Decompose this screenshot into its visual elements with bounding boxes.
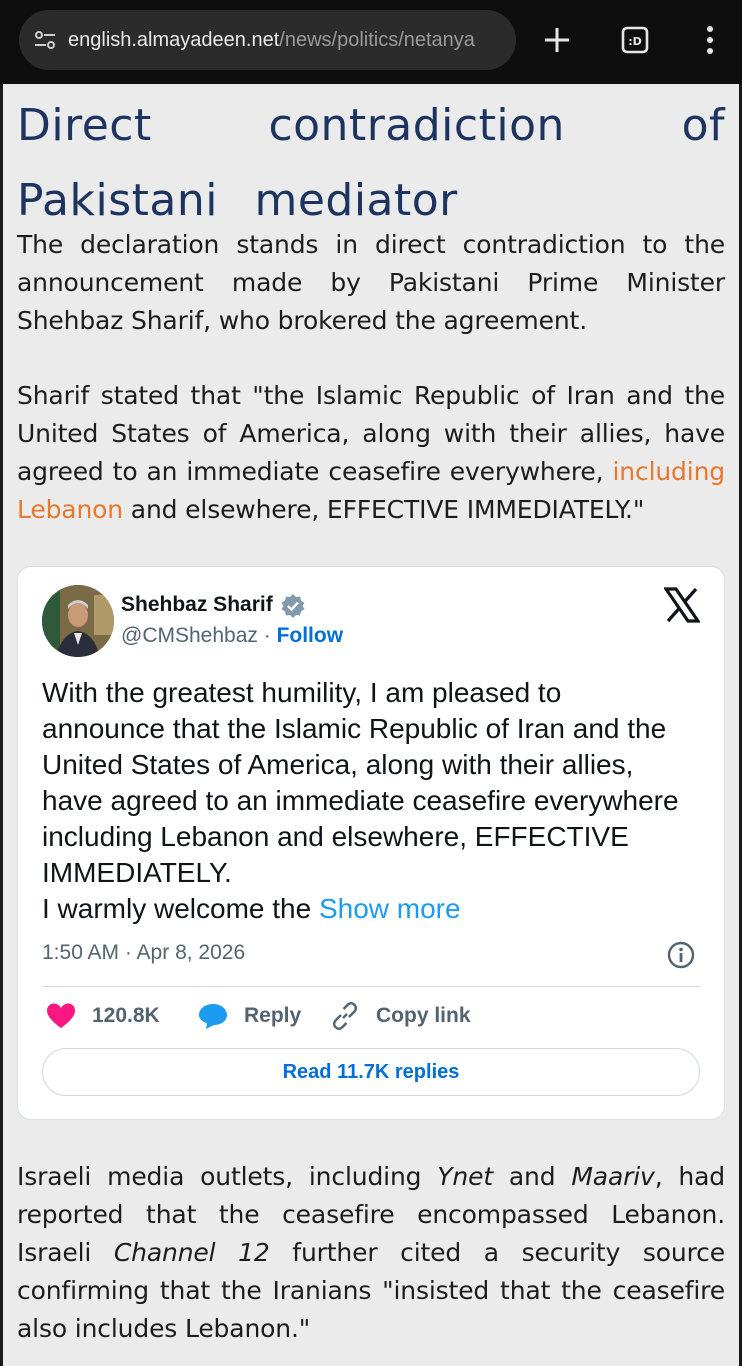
embedded-tweet[interactable]: Shehbaz Sharif @CMShehbaz · Follow With …	[17, 566, 725, 1120]
tweet-text: With the greatest humility, I am pleased…	[42, 675, 692, 927]
tweet-divider	[42, 986, 700, 987]
copy-link-button[interactable]: Copy link	[330, 999, 471, 1033]
tweet-handle[interactable]: @CMShehbaz	[121, 624, 258, 647]
address-bar[interactable]: english.almayadeen.net/news/politics/net…	[19, 10, 516, 70]
more-vert-icon	[707, 26, 713, 54]
para2-text-end: and elsewhere, EFFECTIVE IMMEDIATELY."	[123, 495, 645, 524]
url-path: /news/politics/netanya	[279, 28, 475, 51]
tweet-timestamp[interactable]: 1:50 AM · Apr 8, 2026	[42, 941, 245, 965]
reply-bubble-icon	[199, 1004, 227, 1029]
url-domain: english.almayadeen.net	[68, 28, 280, 51]
reply-label: Reply	[244, 1004, 302, 1027]
info-icon[interactable]	[667, 941, 695, 969]
tweet-body: With the greatest humility, I am pleased…	[42, 677, 679, 924]
heart-icon	[47, 1003, 75, 1028]
follow-button[interactable]: Follow	[277, 624, 344, 647]
plus-icon	[545, 28, 569, 52]
new-tab-button[interactable]	[535, 18, 579, 62]
maariv-name: Maariv	[571, 1162, 655, 1191]
copy-link-label: Copy link	[376, 1004, 471, 1027]
url-text[interactable]: english.almayadeen.net/news/politics/net…	[68, 29, 475, 52]
like-button[interactable]: 120.8K	[46, 999, 160, 1033]
link-icon	[332, 1002, 358, 1030]
show-more-link[interactable]: Show more	[319, 893, 461, 924]
browser-toolbar: english.almayadeen.net/news/politics/net…	[0, 0, 742, 84]
read-replies-button[interactable]: Read 11.7K replies	[42, 1048, 700, 1096]
section-heading: Direct contradiction of Pakistani mediat…	[17, 100, 725, 226]
article-paragraph-1: The declaration stands in direct contrad…	[17, 230, 725, 335]
article-page: Direct contradiction of Pakistani mediat…	[3, 84, 739, 1366]
handle-separator: ·	[257, 624, 277, 647]
browser-menu-button[interactable]	[688, 18, 732, 62]
tweet-handle-row: @CMShehbaz · Follow	[121, 624, 343, 648]
article-paragraph-2: Sharif stated that "the Islamic Republic…	[17, 377, 725, 529]
tab-count: :D	[628, 35, 642, 48]
ynet-name: Ynet	[437, 1162, 493, 1191]
channel-12-name: Channel 12	[113, 1238, 270, 1267]
para3-text-2: and	[492, 1162, 572, 1191]
article-paragraph-3: Israeli media outlets, including Ynet an…	[17, 1158, 725, 1348]
site-settings-icon[interactable]	[33, 28, 57, 52]
like-count: 120.8K	[92, 1004, 160, 1027]
tab-switcher-icon: :D	[621, 26, 649, 54]
avatar[interactable]	[42, 585, 114, 657]
verified-badge-icon	[281, 594, 305, 618]
para3-text-1: Israeli media outlets, including	[17, 1162, 438, 1191]
tab-switcher-button[interactable]: :D	[613, 18, 657, 62]
x-logo-icon[interactable]	[664, 587, 700, 623]
tweet-author-name[interactable]: Shehbaz Sharif	[121, 593, 273, 617]
reply-button[interactable]: Reply	[198, 999, 301, 1033]
